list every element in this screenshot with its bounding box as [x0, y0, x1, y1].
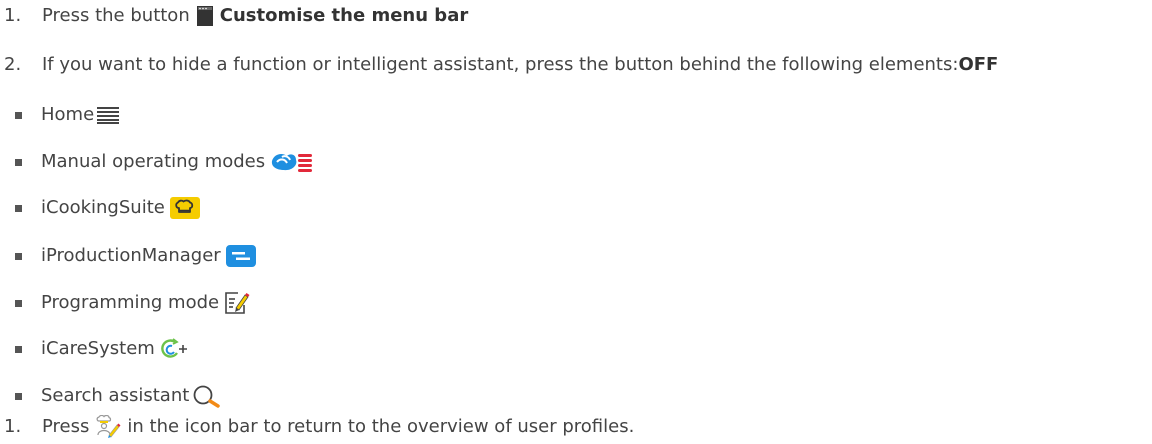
list-item-label: Programming mode [41, 292, 220, 313]
oven-menu-icon [196, 6, 213, 26]
step-bold-text: OFF [958, 54, 999, 75]
bullet [15, 111, 22, 119]
list-item-manual-operating-modes: Manual operating modes [0, 148, 318, 176]
step-text: If you want to hide a function or intell… [42, 54, 959, 75]
list-item-programming-mode: Programming mode [0, 289, 254, 317]
step-final: 1. Press in the icon bar to return to th… [0, 413, 634, 441]
step-text: in the icon bar to return to the overvie… [127, 416, 635, 437]
step-bold-text: Customise the menu bar [219, 5, 469, 26]
icookingsuite-icon [169, 197, 200, 219]
user-profile-icon [95, 415, 121, 439]
iproductionmanager-icon [225, 245, 256, 267]
step-number: 1. [4, 5, 22, 26]
step-2: 2. If you want to hide a function or int… [0, 51, 998, 79]
list-item-icookingsuite: iCookingSuite [0, 194, 204, 222]
bullet [15, 204, 22, 212]
list-item-label: iProductionManager [41, 245, 221, 266]
list-item-label: iCookingSuite [41, 197, 165, 218]
list-item-label: Home [41, 104, 95, 125]
list-item-iproductionmanager: iProductionManager [0, 242, 260, 270]
list-item-home: Home [0, 101, 123, 129]
list-item-label: iCareSystem [41, 338, 155, 359]
icaresystem-icon [160, 338, 188, 360]
search-icon [193, 384, 221, 408]
home-menu-icon [97, 106, 120, 124]
step-number: 2. [4, 54, 22, 75]
list-item-label: Manual operating modes [41, 151, 266, 172]
list-item-icaresystem: iCareSystem [0, 335, 192, 363]
step-text: Press the button [42, 5, 190, 26]
bullet [15, 392, 22, 400]
list-item-search-assistant: Search assistant [0, 382, 225, 410]
bullet [15, 158, 22, 166]
bullet [15, 252, 22, 260]
step-1: 1. Press the button Customise the menu b… [0, 2, 468, 30]
bullet [15, 345, 22, 353]
step-number: 1. [4, 416, 22, 437]
programming-mode-icon [224, 291, 250, 315]
bullet [15, 299, 22, 307]
list-item-label: Search assistant [41, 385, 190, 406]
step-text: Press [42, 416, 90, 437]
manual-modes-icon [270, 151, 314, 173]
